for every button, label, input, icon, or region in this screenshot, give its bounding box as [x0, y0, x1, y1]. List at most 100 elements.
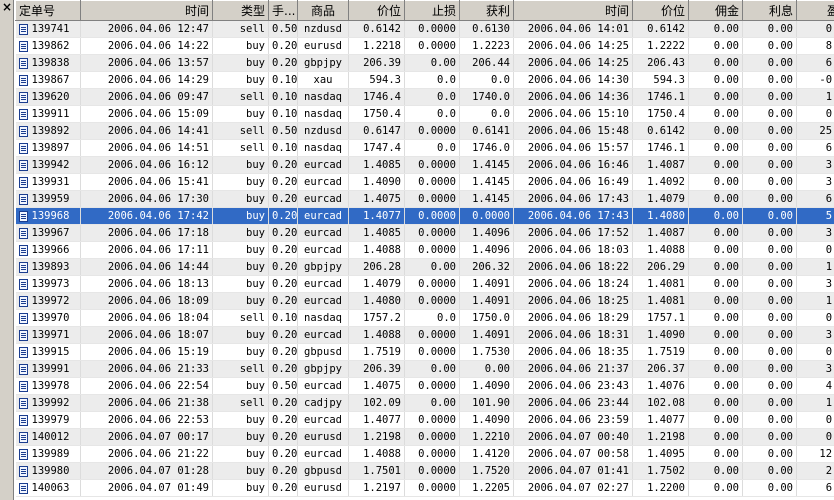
column-header-size[interactable]: 手... — [268, 0, 298, 21]
column-header-symbol[interactable]: 商品 — [297, 0, 349, 21]
cell-size: 0.10 — [268, 105, 298, 123]
cell-open-time: 2006.04.06 17:18 — [80, 224, 213, 242]
cell-swap: 0.00 — [742, 224, 797, 242]
ticket-number: 139967 — [31, 227, 70, 239]
table-row[interactable]: 139867 2006.04.06 14:29 buy 0.10 xau 594.3 0.0… — [15, 71, 834, 89]
cell-profit: 6.79 — [796, 54, 834, 72]
order-document-icon — [18, 244, 28, 256]
cell-take-profit: 1746.0 — [459, 139, 514, 157]
close-icon[interactable]: × — [1, 1, 13, 13]
table-row[interactable]: 139620 2006.04.06 09:47 sell 0.10 nasdaq 1746… — [15, 88, 834, 106]
cell-profit: 0.50 — [796, 309, 834, 327]
table-row[interactable]: 140063 2006.04.07 01:49 buy 0.20 eurusd 1.219… — [15, 479, 834, 497]
table-row[interactable]: 140012 2006.04.07 00:17 buy 0.20 eurusd 1.219… — [15, 428, 834, 446]
cell-open-price: 1.7501 — [348, 462, 405, 480]
cell-type: sell — [212, 360, 269, 378]
cell-close-time: 2006.04.06 18:25 — [513, 292, 633, 310]
table-row[interactable]: 139915 2006.04.06 15:19 buy 0.20 gbpusd 1.751… — [15, 343, 834, 361]
ticket-number: 139931 — [31, 176, 70, 188]
cell-size: 0.20 — [268, 241, 298, 259]
order-document-icon — [18, 227, 28, 239]
cell-size: 0.20 — [268, 428, 298, 446]
column-header-ticket[interactable]: 定单号 — [15, 0, 81, 21]
account-history-window: × 定单号 时间 类型 手... 商品 价位 止损 获利 时间 价位 佣金 利息… — [0, 0, 834, 500]
cell-ticket: 139931 — [15, 173, 81, 191]
cell-profit: 3.47 — [796, 224, 834, 242]
cell-ticket: 139979 — [15, 411, 81, 429]
table-row[interactable]: 139942 2006.04.06 16:12 buy 0.20 eurcad 1.408… — [15, 156, 834, 174]
cell-close-time: 2006.04.06 14:01 — [513, 20, 633, 38]
ticket-number: 140063 — [31, 482, 70, 494]
cell-ticket: 140063 — [15, 479, 81, 497]
table-row[interactable]: 139893 2006.04.06 14:44 buy 0.20 gbpjpy 206.2… — [15, 258, 834, 276]
cell-commission: 0.00 — [688, 377, 743, 395]
order-document-icon — [18, 329, 28, 341]
cell-close-price: 1.7519 — [632, 343, 689, 361]
table-row[interactable]: 139989 2006.04.06 21:22 buy 0.20 eurcad 1.408… — [15, 445, 834, 463]
ticket-cell-content: 139942 — [18, 159, 78, 171]
table-row[interactable]: 139862 2006.04.06 14:22 buy 0.20 eurusd 1.221… — [15, 37, 834, 55]
ticket-number: 139893 — [31, 261, 70, 273]
table-row[interactable]: 139973 2006.04.06 18:13 buy 0.20 eurcad 1.407… — [15, 275, 834, 293]
cell-swap: 0.00 — [742, 20, 797, 38]
cell-close-price: 1.7502 — [632, 462, 689, 480]
table-row[interactable]: 139992 2006.04.06 21:38 sell 0.20 cadjpy 102.… — [15, 394, 834, 412]
cell-close-price: 1.4081 — [632, 275, 689, 293]
table-row[interactable]: 139971 2006.04.06 18:07 buy 0.20 eurcad 1.408… — [15, 326, 834, 344]
table-row[interactable]: 139838 2006.04.06 13:57 buy 0.20 gbpjpy 206.3… — [15, 54, 834, 72]
cell-open-price: 594.3 — [348, 71, 405, 89]
table-row[interactable]: 139966 2006.04.06 17:11 buy 0.20 eurcad 1.408… — [15, 241, 834, 259]
cell-open-time: 2006.04.06 22:53 — [80, 411, 213, 429]
cell-take-profit: 1.4091 — [459, 275, 514, 293]
ticket-cell-content: 139972 — [18, 295, 78, 307]
column-header-type[interactable]: 类型 — [212, 0, 269, 21]
cell-close-price: 206.29 — [632, 258, 689, 276]
column-header-swap[interactable]: 利息 — [742, 0, 797, 21]
table-row[interactable]: 139968 2006.04.06 17:42 buy 0.20 eurcad 1.407… — [15, 207, 834, 225]
table-row[interactable]: 139892 2006.04.06 14:41 sell 0.50 nzdusd 0.61… — [15, 122, 834, 140]
table-row[interactable]: 139980 2006.04.07 01:28 buy 0.20 gbpusd 1.750… — [15, 462, 834, 480]
column-header-close-price[interactable]: 价位 — [632, 0, 689, 21]
table-row[interactable]: 139911 2006.04.06 15:09 buy 0.10 nasdaq 1750.… — [15, 105, 834, 123]
cell-profit: 12.11 — [796, 445, 834, 463]
ticket-number: 139970 — [31, 312, 70, 324]
table-row[interactable]: 139979 2006.04.06 22:53 buy 0.20 eurcad 1.407… — [15, 411, 834, 429]
column-header-commission[interactable]: 佣金 — [688, 0, 743, 21]
cell-open-price: 1747.4 — [348, 139, 405, 157]
cell-type: sell — [212, 20, 269, 38]
cell-swap: 0.00 — [742, 105, 797, 123]
table-row[interactable]: 139978 2006.04.06 22:54 buy 0.50 eurcad 1.407… — [15, 377, 834, 395]
column-header-open-time[interactable]: 时间 — [80, 0, 213, 21]
cell-commission: 0.00 — [688, 54, 743, 72]
cell-symbol: eurusd — [297, 479, 349, 497]
cell-stop-loss: 0.0 — [404, 88, 460, 106]
table-row[interactable]: 139967 2006.04.06 17:18 buy 0.20 eurcad 1.408… — [15, 224, 834, 242]
cell-commission: 0.00 — [688, 37, 743, 55]
column-header-open-price[interactable]: 价位 — [348, 0, 405, 21]
table-row[interactable]: 139741 2006.04.06 12:47 sell 0.50 nzdusd 0.61… — [15, 20, 834, 38]
ticket-number: 139892 — [31, 125, 70, 137]
table-row[interactable]: 139959 2006.04.06 17:30 buy 0.20 eurcad 1.407… — [15, 190, 834, 208]
cell-close-price: 1.4087 — [632, 156, 689, 174]
ticket-number: 139971 — [31, 329, 70, 341]
cell-open-price: 206.39 — [348, 54, 405, 72]
table-row[interactable]: 139897 2006.04.06 14:51 sell 0.10 nasdaq 1747… — [15, 139, 834, 157]
column-header-take-profit[interactable]: 获利 — [459, 0, 514, 21]
column-header-stop-loss[interactable]: 止损 — [404, 0, 460, 21]
cell-profit: 25.00 — [796, 122, 834, 140]
cell-take-profit: 206.44 — [459, 54, 514, 72]
table-row[interactable]: 139970 2006.04.06 18:04 sell 0.10 nasdaq 1757… — [15, 309, 834, 327]
table-row[interactable]: 139972 2006.04.06 18:09 buy 0.20 eurcad 1.408… — [15, 292, 834, 310]
cell-ticket: 139991 — [15, 360, 81, 378]
column-header-profit[interactable]: 盈亏 — [796, 0, 834, 21]
table-row[interactable]: 139991 2006.04.06 21:33 sell 0.20 gbpjpy 206.… — [15, 360, 834, 378]
cell-swap: 0.00 — [742, 207, 797, 225]
cell-take-profit: 1740.0 — [459, 88, 514, 106]
table-row[interactable]: 139931 2006.04.06 15:41 buy 0.20 eurcad 1.409… — [15, 173, 834, 191]
order-document-icon — [18, 380, 28, 392]
cell-ticket: 139971 — [15, 326, 81, 344]
cell-stop-loss: 0.0000 — [404, 241, 460, 259]
cell-stop-loss: 0.0 — [404, 139, 460, 157]
column-header-close-time[interactable]: 时间 — [513, 0, 633, 21]
cell-symbol: nasdaq — [297, 139, 349, 157]
